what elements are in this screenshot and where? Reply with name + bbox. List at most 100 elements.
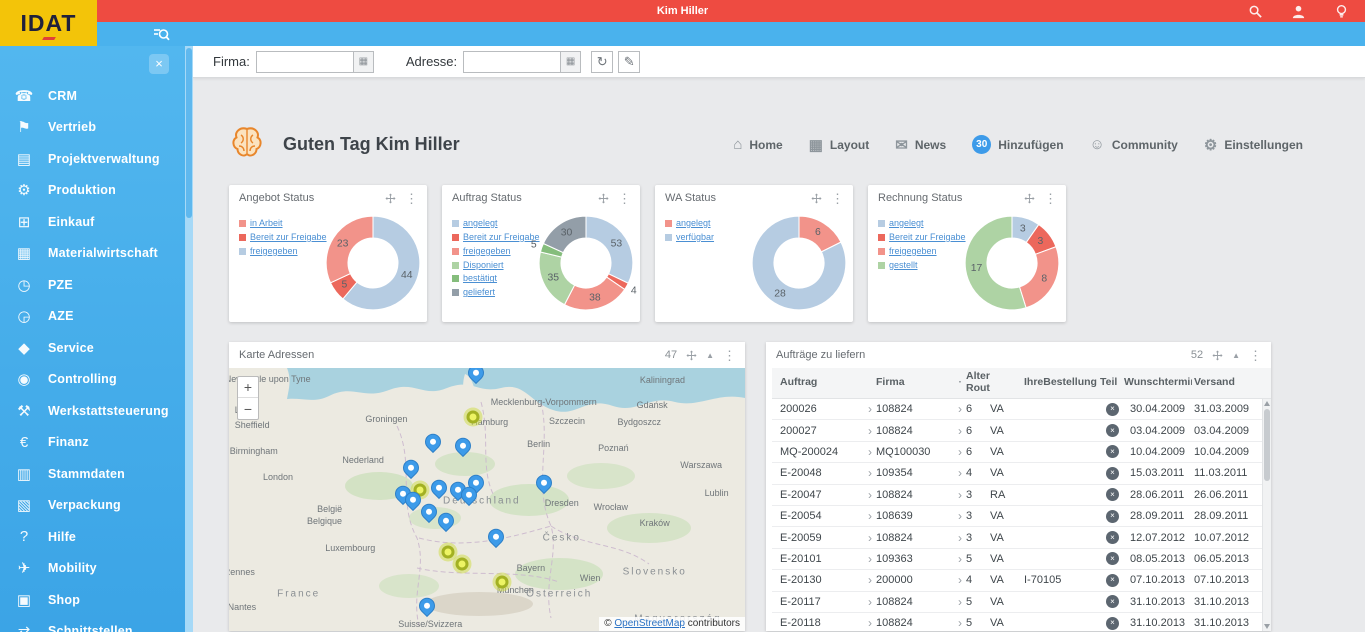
cancel-icon[interactable]: × [1106, 573, 1119, 587]
cancel-icon[interactable]: × [1106, 445, 1119, 459]
map-marker[interactable] [495, 575, 509, 589]
table-row[interactable]: E-20101 › 109363 › 5 VA × 08.05.2013 06.… [772, 548, 1271, 571]
chevron-icon[interactable]: › [950, 531, 964, 545]
chevron-icon[interactable]: › [950, 552, 964, 566]
collapse-icon[interactable]: ▲ [706, 351, 714, 360]
table-row[interactable]: 200027 › 108824 › 6 VA × 03.04.2009 03.0… [772, 420, 1271, 442]
cancel-icon[interactable]: × [1106, 488, 1119, 502]
legend-label[interactable]: verfügbar [676, 232, 714, 242]
chevron-icon[interactable]: › [950, 445, 964, 459]
move-icon[interactable] [686, 350, 697, 361]
menu-icon[interactable]: ⋮ [405, 192, 418, 205]
sidebar-item[interactable]: ◉ Controlling [0, 364, 185, 396]
lightbulb-icon[interactable] [1334, 4, 1349, 19]
zoom-in-button[interactable]: + [238, 377, 258, 398]
legend-label[interactable]: Bereit zur Freigabe [463, 232, 540, 242]
cancel-icon[interactable]: × [1106, 595, 1119, 609]
table-row[interactable]: 200026 › 108824 › 6 VA × 30.04.2009 31.0… [772, 399, 1271, 421]
sidebar-search-icon[interactable] [153, 26, 170, 48]
cancel-icon[interactable]: × [1106, 531, 1119, 545]
chevron-icon[interactable]: › [950, 616, 964, 630]
move-icon[interactable] [598, 193, 609, 204]
legend-label[interactable]: freigegeben [889, 246, 937, 256]
chevron-icon[interactable]: › [860, 445, 874, 459]
legend-label[interactable]: Bereit zur Freigabe [250, 232, 327, 242]
col-alter-rout[interactable]: Alter Rout [964, 371, 1004, 394]
table-row[interactable]: E-20117 › 108824 › 5 VA × 31.10.2013 31.… [772, 591, 1271, 613]
legend-label[interactable]: freigegeben [463, 246, 511, 256]
sidebar-item[interactable]: ◆ Service [0, 332, 185, 364]
scroll-thumb[interactable] [1264, 409, 1270, 481]
legend-label[interactable]: Bereit zur Freigabe [889, 232, 966, 242]
table-row[interactable]: E-20059 › 108824 › 3 VA × 12.07.2012 10.… [772, 527, 1271, 549]
header-nav-item[interactable]: ⌂ Home [733, 136, 782, 153]
legend-label[interactable]: angelegt [463, 218, 498, 228]
header-nav-item[interactable]: 30 Hinzufügen [972, 135, 1064, 154]
sidebar-item[interactable]: ▧ Verpackung [0, 490, 185, 522]
sidebar-item[interactable]: ◷ PZE [0, 269, 185, 301]
collapse-icon[interactable]: ▲ [1232, 351, 1240, 360]
adresse-input[interactable] [464, 51, 561, 72]
legend-label[interactable]: geliefert [463, 287, 495, 297]
sidebar-item[interactable]: ? Hilfe [0, 521, 185, 553]
col-versand[interactable]: Versand [1192, 377, 1260, 389]
table-scrollbar[interactable] [1262, 399, 1271, 631]
move-icon[interactable] [1024, 193, 1035, 204]
legend-label[interactable]: angelegt [676, 218, 711, 228]
osm-link[interactable]: OpenStreetMap [614, 618, 685, 629]
chevron-icon[interactable]: › [860, 531, 874, 545]
menu-icon[interactable]: ⋮ [831, 192, 844, 205]
move-icon[interactable] [811, 193, 822, 204]
header-nav-item[interactable]: ☺ Community [1090, 136, 1178, 153]
donut-segment[interactable] [325, 215, 374, 284]
menu-icon[interactable]: ⋮ [723, 349, 736, 362]
chevron-icon[interactable]: › [860, 595, 874, 609]
user-icon[interactable] [1291, 4, 1306, 19]
sidebar-item[interactable]: ☎ CRM [0, 80, 185, 112]
sidebar-item[interactable]: ◶ AZE [0, 301, 185, 333]
firma-picker-icon[interactable]: ▦ [352, 51, 373, 72]
adresse-picker-icon[interactable]: ▦ [560, 51, 581, 72]
sidebar-close-button[interactable]: × [149, 54, 169, 74]
menu-icon[interactable]: ⋮ [1249, 349, 1262, 362]
chevron-icon[interactable]: › [860, 402, 874, 416]
map-marker[interactable] [441, 545, 455, 559]
search-flag-icon[interactable] [1248, 4, 1263, 19]
zoom-out-button[interactable]: − [238, 398, 258, 419]
chevron-icon[interactable]: › [950, 573, 964, 587]
chevron-icon[interactable]: › [950, 595, 964, 609]
table-row[interactable]: E-20130 › 200000 › 4 VA I-70105 × 07.10.… [772, 570, 1271, 592]
sidebar-item[interactable]: ✈ Mobility [0, 553, 185, 585]
legend-label[interactable]: bestätigt [463, 273, 497, 283]
legend-label[interactable]: in Arbeit [250, 218, 283, 228]
table-row[interactable]: E-20048 › 109354 › 4 VA × 15.03.2011 11.… [772, 463, 1271, 485]
legend-label[interactable]: Disponiert [463, 260, 504, 270]
donut-segment[interactable] [585, 215, 634, 284]
cancel-icon[interactable]: × [1106, 466, 1119, 480]
cancel-icon[interactable]: × [1106, 509, 1119, 523]
col-firma[interactable]: Firma [874, 377, 950, 389]
sidebar-item[interactable]: ⊞ Einkauf [0, 206, 185, 238]
refresh-button[interactable]: ↻ [591, 50, 614, 73]
sidebar-item[interactable]: ⇄ Schnittstellen [0, 616, 185, 632]
sidebar-item[interactable]: ▤ Projektverwaltung [0, 143, 185, 175]
move-icon[interactable] [385, 193, 396, 204]
map-marker[interactable] [466, 410, 480, 424]
chevron-icon[interactable]: › [860, 488, 874, 502]
sidebar-item[interactable]: ▥ Stammdaten [0, 458, 185, 490]
sidebar-scrollbar[interactable] [185, 46, 193, 632]
chevron-icon[interactable]: › [950, 509, 964, 523]
header-nav-item[interactable]: ▦ Layout [809, 136, 870, 154]
scroll-down-icon[interactable] [1264, 624, 1270, 629]
chevron-icon[interactable]: › [950, 424, 964, 438]
move-icon[interactable] [1212, 350, 1223, 361]
table-row[interactable]: E-20054 › 108639 › 3 VA × 28.09.2011 28.… [772, 505, 1271, 528]
cancel-icon[interactable]: × [1106, 402, 1119, 416]
sidebar-item[interactable]: ▦ Materialwirtschaft [0, 238, 185, 270]
chevron-icon[interactable]: › [860, 424, 874, 438]
legend-label[interactable]: freigegeben [250, 246, 298, 256]
firma-input[interactable] [256, 51, 353, 72]
chevron-icon[interactable]: › [950, 488, 964, 502]
sidebar-item[interactable]: ⚙ Produktion [0, 175, 185, 207]
table-row[interactable]: E-20118 › 108824 › 5 VA × 31.10.2013 31.… [772, 612, 1271, 631]
